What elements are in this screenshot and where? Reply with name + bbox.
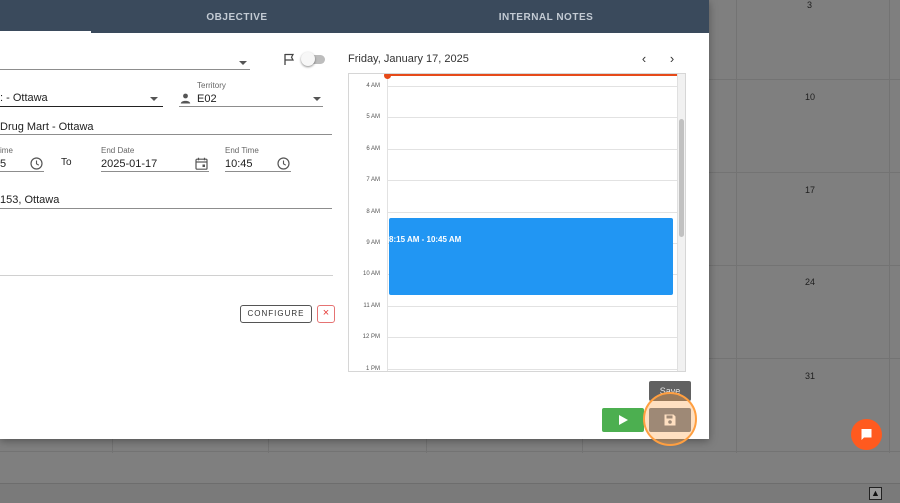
hour-label: 7 AM	[366, 177, 380, 183]
hour-row: 5 AM	[349, 114, 679, 145]
event-time-label: 8:15 AM - 10:45 AM	[389, 235, 462, 244]
chevron-down-icon	[150, 97, 158, 101]
hour-row: 6 AM	[349, 146, 679, 177]
clock-icon[interactable]	[277, 157, 290, 170]
chevron-left-icon: ‹	[641, 51, 647, 66]
chat-button[interactable]	[851, 419, 882, 450]
calendar-column-divider	[889, 0, 890, 453]
hour-row: 11 AM	[349, 303, 679, 334]
hour-gridline	[387, 212, 679, 213]
hour-gridline	[387, 149, 679, 150]
hour-label: 4 AM	[366, 83, 380, 89]
tab-objective[interactable]: OBJECTIVE	[160, 0, 314, 33]
click-highlight	[643, 392, 697, 446]
current-time-line	[387, 74, 685, 76]
store-field[interactable]	[0, 121, 332, 135]
hour-label: 1 PM	[365, 366, 380, 372]
territory-select[interactable]	[179, 92, 323, 107]
chevron-down-icon	[313, 97, 321, 101]
previous-day-button[interactable]: ‹	[637, 51, 651, 67]
flag-icon[interactable]	[283, 53, 295, 66]
configure-button[interactable]: CONFIGURE	[240, 305, 312, 323]
chevron-right-icon: ›	[669, 51, 675, 66]
hour-gridline	[387, 306, 679, 307]
calendar-row-divider	[0, 451, 900, 452]
hour-row: 12 PM	[349, 334, 679, 365]
visit-edit-dialog: OBJECTIVE INTERNAL NOTES : - Ottawa Terr…	[0, 0, 709, 446]
calendar-day-number: 10	[805, 92, 816, 102]
hour-gridline	[387, 337, 679, 338]
hour-row: 7 AM	[349, 177, 679, 208]
calendar-column-divider	[736, 0, 737, 453]
dialog-tab-bar: OBJECTIVE INTERNAL NOTES	[0, 0, 709, 33]
type-select[interactable]	[0, 56, 250, 70]
chat-icon	[861, 429, 872, 440]
hour-row: 4 AM	[349, 83, 679, 114]
hour-label: 11 AM	[363, 303, 380, 309]
to-label: To	[61, 157, 72, 168]
end-date-field[interactable]	[101, 157, 209, 172]
remove-button[interactable]: ×	[317, 305, 335, 323]
hour-gridline	[387, 369, 679, 370]
calendar-day-number: 24	[805, 277, 816, 287]
day-view-calendar[interactable]: 4 AM 5 AM 6 AM 7 AM 8 AM 9 AM 10 AM 11 A…	[348, 73, 686, 372]
hour-gridline	[387, 180, 679, 181]
start-time-label: ime	[0, 146, 13, 155]
calendar-event[interactable]: 8:15 AM - 10:45 AM	[389, 218, 673, 295]
hour-label: 9 AM	[366, 240, 380, 246]
chevron-down-icon	[239, 61, 247, 65]
hour-label: 8 AM	[366, 209, 380, 215]
current-time-marker	[384, 74, 391, 79]
calendar-day-number: 31	[805, 371, 816, 381]
address-field[interactable]	[0, 194, 332, 209]
hour-row: 1 PM	[349, 366, 679, 372]
scrollbar-thumb[interactable]	[679, 119, 684, 237]
close-icon: ×	[322, 307, 330, 319]
calendar-date-title: Friday, January 17, 2025	[348, 53, 469, 65]
end-time-label: End Time	[225, 146, 259, 155]
hour-label: 10 AM	[362, 271, 380, 277]
calendar-icon[interactable]	[195, 157, 208, 170]
tab-internal-notes[interactable]: INTERNAL NOTES	[459, 0, 633, 33]
clock-icon[interactable]	[30, 157, 43, 170]
notes-field[interactable]	[0, 262, 333, 276]
hour-label: 5 AM	[366, 114, 380, 120]
scroll-to-top-button[interactable]: ▲	[869, 487, 882, 500]
arrow-up-icon: ▲	[871, 488, 880, 498]
hour-label: 6 AM	[366, 146, 380, 152]
play-icon	[619, 415, 628, 425]
account-select[interactable]	[0, 92, 163, 107]
day-view-scrollbar[interactable]	[677, 74, 685, 371]
start-visit-button[interactable]	[602, 408, 644, 432]
background-footer-bar	[0, 483, 900, 503]
hour-gridline	[387, 117, 679, 118]
priority-toggle-knob[interactable]	[301, 52, 315, 66]
next-day-button[interactable]: ›	[665, 51, 679, 67]
hour-gridline	[387, 86, 679, 87]
end-date-label: End Date	[101, 146, 135, 155]
calendar-day-number: 17	[805, 185, 816, 195]
hour-label: 12 PM	[362, 334, 380, 340]
calendar-day-number: 3	[807, 0, 813, 10]
territory-label: Territory	[197, 81, 226, 90]
active-tab-indicator	[0, 31, 91, 33]
